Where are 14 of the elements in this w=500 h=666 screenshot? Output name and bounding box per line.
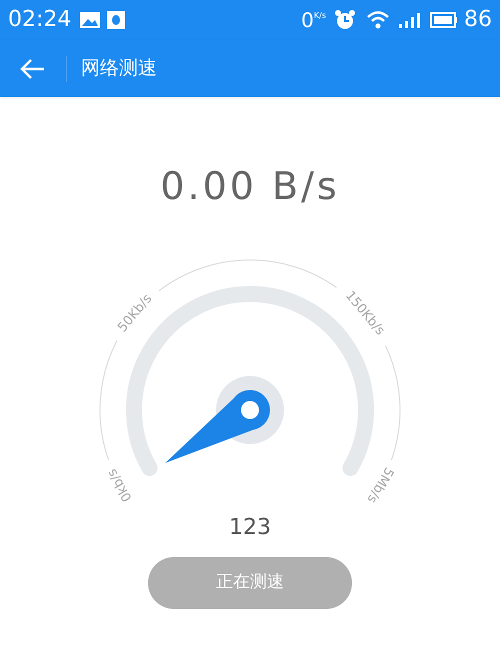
alarm-icon (334, 9, 356, 31)
speed-reading: 0.00 B/s (160, 167, 340, 205)
battery-icon (430, 11, 458, 29)
battery-level: 86 (464, 9, 492, 31)
network-speed: 0 (301, 10, 314, 30)
page-title: 网络测速 (81, 56, 157, 82)
back-icon (20, 58, 46, 80)
image-icon (79, 11, 102, 29)
signal-icon (398, 11, 422, 29)
network-speed-unit: K/s (314, 12, 326, 20)
count-label: 123 (229, 517, 271, 539)
notification-icon (107, 11, 126, 29)
wifi-icon (366, 10, 390, 30)
status-time: 02:24 (8, 9, 72, 31)
